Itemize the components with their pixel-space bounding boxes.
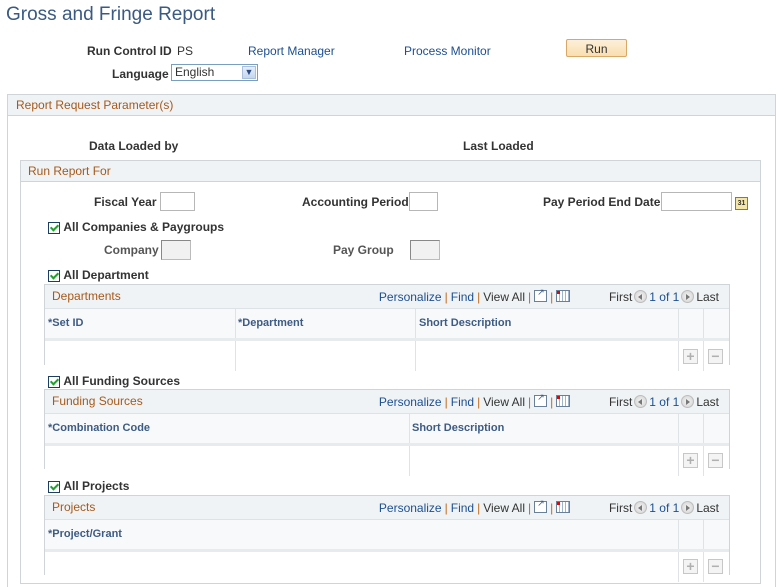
next-icon[interactable]: [681, 395, 695, 408]
previous-icon[interactable]: [634, 501, 648, 514]
all-department-label: All Department: [63, 268, 149, 282]
column-header-set-id[interactable]: *Set ID: [48, 317, 83, 329]
accounting-period-input[interactable]: [409, 192, 438, 211]
run-report-for-header: Run Report For: [21, 161, 760, 182]
column-header-short-description[interactable]: Short Description: [412, 422, 504, 434]
language-select[interactable]: English ▼: [171, 64, 258, 81]
departments-column-headers: *Set ID *Department Short Description: [45, 309, 729, 341]
last-label: Last: [696, 290, 719, 304]
report-request-header: Report Request Parameter(s): [8, 95, 775, 116]
all-department-checkbox[interactable]: [48, 269, 60, 282]
pay-period-end-date-label: Pay Period End Date: [543, 195, 661, 209]
pay-group-input[interactable]: [410, 240, 440, 260]
find-link[interactable]: Find: [451, 501, 474, 515]
add-row-icon[interactable]: +: [683, 453, 698, 468]
all-projects-checkbox-row[interactable]: All Projects: [48, 479, 129, 493]
data-loaded-by-label: Data Loaded by: [89, 139, 179, 153]
all-companies-checkbox[interactable]: [48, 221, 60, 234]
view-all-link[interactable]: View All: [483, 290, 525, 304]
zoom-grid-icon[interactable]: [534, 498, 548, 513]
departments-grid-title: Departments: [52, 289, 121, 303]
grid-nav: Personalize|Find|View All|| First1 of 1L…: [379, 287, 719, 304]
all-projects-checkbox[interactable]: [48, 480, 60, 493]
all-funding-checkbox[interactable]: [48, 375, 60, 388]
last-loaded-label: Last Loaded: [463, 139, 534, 153]
all-companies-checkbox-row[interactable]: All Companies & Paygroups: [48, 220, 224, 234]
find-link[interactable]: Find: [451, 395, 474, 409]
next-icon[interactable]: [681, 290, 695, 303]
page-count: 1 of 1: [649, 501, 680, 515]
projects-grid: Projects Personalize|Find|View All|| Fir…: [44, 495, 730, 582]
view-all-link[interactable]: View All: [483, 501, 525, 515]
projects-grid-header: Projects Personalize|Find|View All|| Fir…: [45, 496, 729, 520]
projects-column-headers: *Project/Grant: [45, 520, 729, 552]
page-count: 1 of 1: [649, 290, 680, 304]
grid-nav: Personalize|Find|View All|| First1 of 1L…: [379, 392, 719, 409]
pay-period-end-date-input[interactable]: [661, 192, 732, 211]
delete-row-icon[interactable]: −: [708, 453, 723, 468]
last-label: Last: [696, 501, 719, 515]
first-label: First: [608, 501, 633, 515]
departments-grid-header: Departments Personalize|Find|View All|| …: [45, 285, 729, 309]
run-button[interactable]: Run: [566, 39, 627, 57]
column-header-department[interactable]: *Department: [238, 317, 303, 329]
delete-row-icon[interactable]: −: [708, 559, 723, 574]
add-row-icon[interactable]: +: [683, 559, 698, 574]
zoom-grid-icon[interactable]: [534, 287, 548, 302]
departments-grid: Departments Personalize|Find|View All|| …: [44, 284, 730, 371]
projects-grid-title: Projects: [52, 500, 96, 514]
zoom-grid-icon[interactable]: [534, 392, 548, 407]
page-count: 1 of 1: [649, 395, 680, 409]
column-header-combination-code[interactable]: *Combination Code: [48, 422, 150, 434]
find-link[interactable]: Find: [451, 290, 474, 304]
all-companies-label: All Companies & Paygroups: [63, 220, 225, 234]
column-header-project-grant[interactable]: *Project/Grant: [48, 528, 122, 540]
all-funding-checkbox-row[interactable]: All Funding Sources: [48, 374, 180, 388]
previous-icon[interactable]: [634, 395, 648, 408]
delete-row-icon[interactable]: −: [708, 349, 723, 364]
company-input[interactable]: [161, 240, 191, 260]
fiscal-year-label: Fiscal Year: [94, 195, 157, 209]
all-funding-label: All Funding Sources: [63, 374, 181, 388]
calendar-icon[interactable]: 31: [735, 197, 748, 210]
column-header-short-description[interactable]: Short Description: [419, 317, 511, 329]
process-monitor-link[interactable]: Process Monitor: [404, 44, 491, 58]
first-label: First: [608, 290, 633, 304]
funding-grid-title: Funding Sources: [52, 394, 143, 408]
next-icon[interactable]: [681, 501, 695, 514]
add-row-icon[interactable]: +: [683, 349, 698, 364]
grid-nav: Personalize|Find|View All|| First1 of 1L…: [379, 498, 719, 515]
funding-sources-grid: Funding Sources Personalize | Find | View Al…: [44, 389, 730, 476]
chevron-down-icon[interactable]: ▼: [242, 66, 256, 79]
download-spreadsheet-icon[interactable]: [556, 395, 571, 407]
previous-icon[interactable]: [634, 290, 648, 303]
view-all-link[interactable]: View All: [483, 395, 525, 409]
all-department-checkbox-row[interactable]: All Department: [48, 268, 149, 282]
run-control-value: PS: [177, 44, 194, 58]
download-spreadsheet-icon[interactable]: [556, 290, 571, 302]
run-control-label: Run Control ID: [87, 44, 172, 58]
first-label: First: [608, 395, 633, 409]
report-manager-link[interactable]: Report Manager: [248, 44, 335, 58]
download-spreadsheet-icon[interactable]: [556, 501, 571, 513]
last-label: Last: [696, 395, 719, 409]
fiscal-year-input[interactable]: [160, 192, 195, 211]
personalize-link[interactable]: Personalize: [379, 395, 442, 409]
table-row: + −: [45, 446, 729, 476]
pay-group-label: Pay Group: [333, 243, 394, 257]
table-row: + −: [45, 552, 729, 582]
language-value: English: [175, 65, 215, 79]
table-row: + −: [45, 341, 729, 371]
funding-column-headers: *Combination Code Short Description: [45, 414, 729, 446]
all-projects-label: All Projects: [63, 479, 130, 493]
language-label: Language: [112, 67, 169, 81]
personalize-link[interactable]: Personalize: [379, 290, 442, 304]
personalize-link[interactable]: Personalize: [379, 501, 442, 515]
company-label: Company: [104, 243, 159, 257]
funding-grid-header: Funding Sources Personalize | Find | View Al…: [45, 390, 729, 414]
accounting-period-label: Accounting Period: [302, 195, 409, 209]
page-title: Gross and Fringe Report: [6, 4, 216, 25]
